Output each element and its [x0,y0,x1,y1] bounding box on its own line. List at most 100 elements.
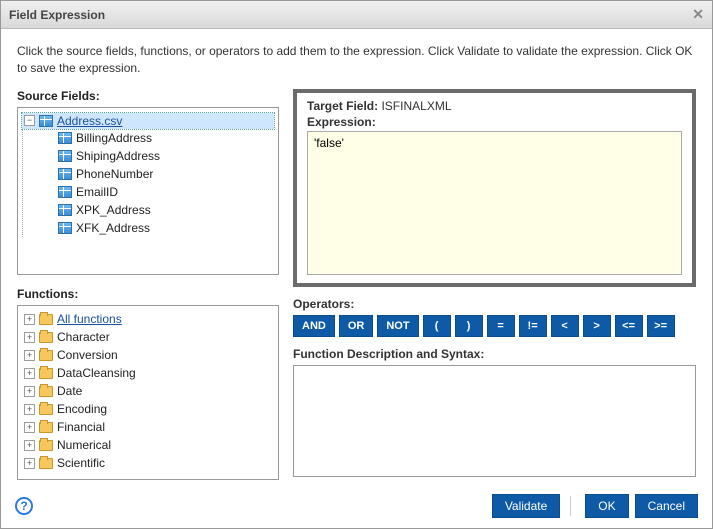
function-category[interactable]: + Encoding [22,401,274,417]
source-field[interactable]: BillingAddress [41,130,274,146]
close-icon[interactable]: ✕ [692,6,704,23]
function-category-label: Conversion [57,348,118,362]
help-icon[interactable]: ? [15,497,33,515]
expand-icon[interactable]: + [24,404,35,415]
column-icon [58,150,72,162]
validate-button[interactable]: Validate [492,494,560,518]
source-field[interactable]: PhoneNumber [41,166,274,182]
folder-icon [39,314,53,325]
function-category[interactable]: + All functions [22,311,274,327]
operator-[interactable]: > [583,315,611,337]
spacer [43,132,54,143]
folder-icon [39,332,53,343]
source-field-label: BillingAddress [76,131,152,145]
operators-label: Operators: [293,297,696,311]
source-field-label: ShipingAddress [76,149,160,163]
source-field-label: PhoneNumber [76,167,153,181]
source-field-label: EmailID [76,185,118,199]
operator-[interactable]: != [519,315,547,337]
function-category-label: Date [57,384,82,398]
function-category-label: DataCleansing [57,366,136,380]
function-category[interactable]: + Numerical [22,437,274,453]
source-fields-label: Source Fields: [17,89,279,103]
expand-icon[interactable]: + [24,386,35,397]
function-desc-box [293,365,696,477]
source-root[interactable]: − Address.csv [22,113,274,129]
expand-icon[interactable]: + [24,422,35,433]
operator-[interactable]: >= [647,315,675,337]
functions-label: Functions: [17,287,279,301]
source-field-label: XFK_Address [76,221,150,235]
folder-icon [39,368,53,379]
dialog-footer: ? Validate OK Cancel [1,488,712,528]
operator-[interactable]: <= [615,315,643,337]
function-category-label: Character [57,330,110,344]
function-desc-label: Function Description and Syntax: [293,347,696,361]
operator-[interactable]: ( [423,315,451,337]
function-category[interactable]: + DataCleansing [22,365,274,381]
expand-icon[interactable]: + [24,368,35,379]
expand-icon[interactable]: + [24,332,35,343]
functions-panel[interactable]: + All functions + Character + Conversion + Data… [17,305,279,480]
function-category-label: Scientific [57,456,105,470]
function-category-label: Encoding [57,402,107,416]
column-icon [58,204,72,216]
spacer [43,222,54,233]
operator-not[interactable]: NOT [377,315,418,337]
function-category-label[interactable]: All functions [57,312,122,326]
expression-label: Expression: [307,115,682,129]
field-expression-dialog: Field Expression ✕ Click the source fiel… [0,0,713,529]
instructions-text: Click the source fields, functions, or o… [17,43,696,77]
source-field[interactable]: EmailID [41,184,274,200]
titlebar: Field Expression ✕ [1,1,712,29]
source-field[interactable]: ShipingAddress [41,148,274,164]
expand-icon[interactable]: + [24,350,35,361]
collapse-icon[interactable]: − [24,115,35,126]
spacer [43,150,54,161]
dialog-title: Field Expression [9,8,692,22]
spacer [43,204,54,215]
source-field[interactable]: XPK_Address [41,202,274,218]
target-field-value: ISFINALXML [381,99,451,113]
column-icon [58,168,72,180]
folder-icon [39,422,53,433]
column-icon [58,186,72,198]
expand-icon[interactable]: + [24,458,35,469]
function-category-label: Financial [57,420,105,434]
ok-button[interactable]: OK [585,494,628,518]
column-icon [58,222,72,234]
expression-textarea[interactable] [307,131,682,275]
operators-row: ANDORNOT()=!=<><=>= [293,315,696,337]
source-field-label: XPK_Address [76,203,151,217]
cancel-button[interactable]: Cancel [635,494,698,518]
column-icon [58,132,72,144]
target-field-label: Target Field: [307,99,378,113]
spacer [43,186,54,197]
expand-icon[interactable]: + [24,314,35,325]
folder-icon [39,440,53,451]
function-category[interactable]: + Date [22,383,274,399]
spacer [43,168,54,179]
target-field-line: Target Field: ISFINALXML [307,99,682,113]
operator-[interactable]: = [487,315,515,337]
operator-[interactable]: ) [455,315,483,337]
expand-icon[interactable]: + [24,440,35,451]
function-category[interactable]: + Character [22,329,274,345]
folder-icon [39,458,53,469]
operator-and[interactable]: AND [293,315,335,337]
function-category-label: Numerical [57,438,111,452]
source-fields-panel[interactable]: − Address.csv BillingAddress ShipingAddre… [17,107,279,276]
function-category[interactable]: + Conversion [22,347,274,363]
function-category[interactable]: + Scientific [22,455,274,471]
operator-or[interactable]: OR [339,315,374,337]
operator-[interactable]: < [551,315,579,337]
separator [570,496,571,516]
folder-icon [39,350,53,361]
folder-icon [39,386,53,397]
source-field[interactable]: XFK_Address [41,220,274,236]
source-root-label[interactable]: Address.csv [57,114,122,128]
table-icon [39,115,53,127]
function-category[interactable]: + Financial [22,419,274,435]
expression-box: Target Field: ISFINALXML Expression: [293,89,696,287]
folder-icon [39,404,53,415]
